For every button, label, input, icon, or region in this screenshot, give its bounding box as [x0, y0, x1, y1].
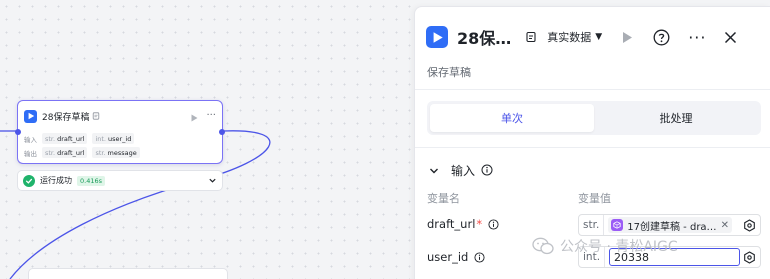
panel-title: 28保…: [457, 29, 512, 48]
tab-single[interactable]: 单次: [430, 104, 594, 132]
node-output-tag: str. message: [92, 147, 140, 158]
node-input-port[interactable]: [15, 129, 21, 135]
plugin-logo-icon: [426, 26, 448, 48]
more-icon[interactable]: ···: [688, 28, 706, 47]
node-output-tag: str. draft_url: [42, 147, 88, 158]
watermark: 公众号 · 青松AIGC: [532, 236, 678, 256]
run-status-bar[interactable]: 运行成功 0.416s: [17, 170, 223, 191]
info-icon[interactable]: [481, 164, 493, 176]
input-section-header[interactable]: 输入: [429, 161, 493, 179]
node-input-label: 输入: [24, 135, 37, 144]
input-section-title: 输入: [451, 163, 476, 178]
info-icon[interactable]: [488, 218, 499, 230]
node-input-tag: int. user_id: [92, 133, 135, 144]
run-status-text: 运行成功: [40, 176, 72, 185]
data-source-select[interactable]: 真实数据: [547, 29, 591, 45]
node-outputs-row: 输出 str. draft_url str. message: [24, 147, 145, 158]
chevron-down-icon[interactable]: [429, 161, 439, 180]
chevron-down-icon[interactable]: [208, 176, 217, 185]
variable-label-user-id: user_id: [427, 250, 485, 264]
doc-icon[interactable]: [525, 31, 537, 43]
run-duration-badge: 0.416s: [77, 175, 105, 186]
required-marker: *: [476, 217, 483, 231]
plugin-logo-icon: [24, 109, 37, 123]
variable-label-draft-url: draft_url *: [427, 217, 499, 231]
caret-down-icon[interactable]: ▼: [595, 32, 602, 42]
workflow-node-save-draft[interactable]: 28保存草稿 ··· 输入 str. draft_url int. user_id …: [15, 100, 225, 164]
node-more-icon[interactable]: ···: [206, 111, 216, 121]
help-icon[interactable]: [653, 29, 670, 46]
cube-icon: [611, 219, 624, 231]
variable-setting-icon[interactable]: [743, 218, 756, 232]
node-input-tag: str. draft_url: [42, 133, 88, 144]
variable-name-column-header: 变量名: [427, 192, 460, 205]
panel-subtitle: 保存草稿: [427, 66, 471, 79]
node-title: 28保存草稿: [42, 112, 90, 123]
node-header: 28保存草稿 ···: [24, 108, 216, 124]
success-check-icon: [23, 174, 35, 187]
info-icon[interactable]: [474, 251, 485, 263]
close-icon[interactable]: [724, 31, 737, 44]
node-run-icon[interactable]: [191, 107, 198, 126]
run-mode-tabs: 单次 批处理: [427, 101, 761, 135]
divider: [415, 147, 770, 148]
variable-reference-chip[interactable]: 17创建草稿 - dra… ✕: [608, 217, 732, 233]
divider: [415, 89, 770, 90]
value-type-label: str.: [579, 215, 605, 235]
next-workflow-node[interactable]: [28, 268, 228, 279]
node-output-port[interactable]: [219, 129, 225, 135]
run-icon[interactable]: [622, 31, 633, 44]
node-output-label: 输出: [24, 149, 37, 158]
wechat-icon: [532, 237, 554, 255]
panel-header: 28保… 真实数据 ▼ ···: [426, 21, 758, 53]
remove-reference-icon[interactable]: ✕: [721, 220, 729, 231]
variable-setting-icon[interactable]: [743, 250, 756, 264]
doc-icon: [92, 112, 100, 120]
node-inputs-row: 输入 str. draft_url int. user_id: [24, 133, 139, 144]
draft-url-value-field[interactable]: str. 17创建草稿 - dra… ✕: [578, 214, 761, 236]
variable-value-column-header: 变量值: [578, 192, 611, 205]
tab-batch[interactable]: 批处理: [594, 104, 758, 132]
